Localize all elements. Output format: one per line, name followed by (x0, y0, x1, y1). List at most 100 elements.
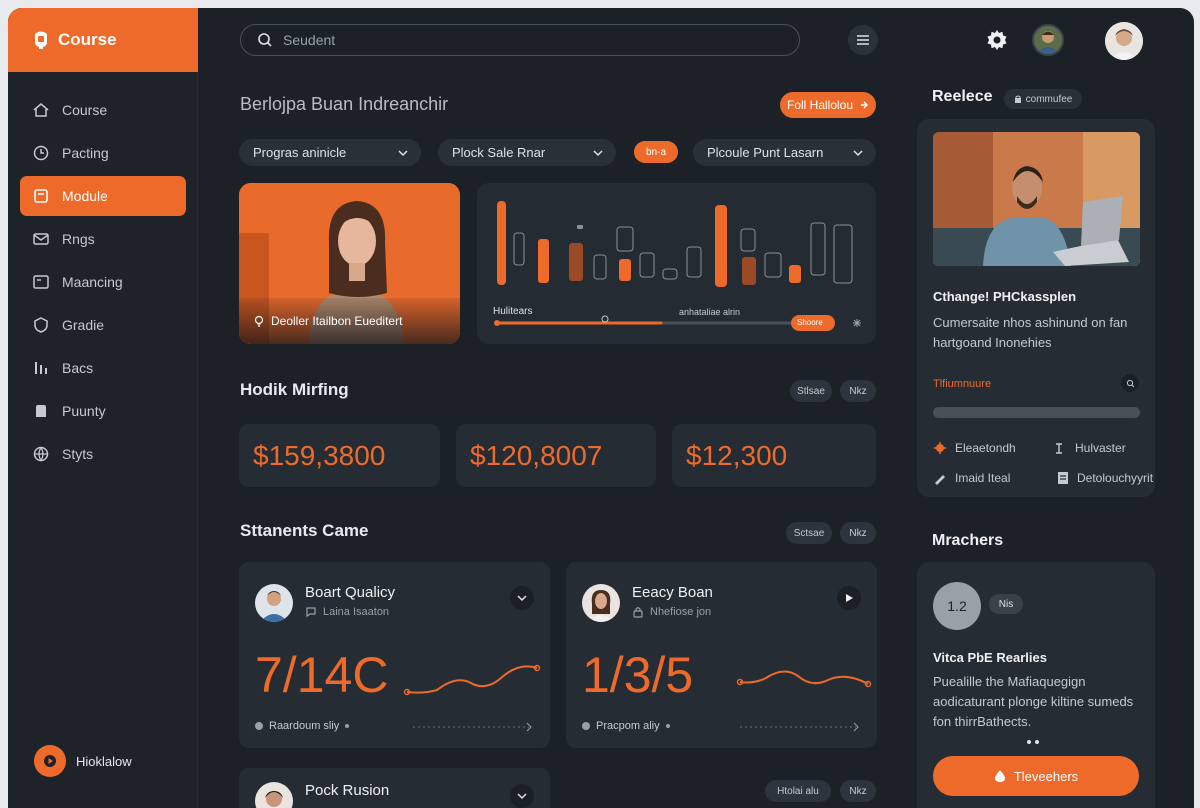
menu-button[interactable] (848, 25, 878, 55)
card-icon (33, 275, 49, 289)
release-photo (933, 132, 1140, 266)
teachers-button[interactable]: Tleveehers (933, 756, 1139, 796)
student-subtitle: Laina Isaaton (305, 606, 389, 618)
globe-icon (33, 446, 49, 462)
filter-chip[interactable]: bn-a (634, 141, 678, 163)
release-search-button[interactable] (1121, 374, 1139, 392)
filter-label: Progras aninicle (253, 145, 347, 160)
sidebar: Course Course Pacting Module Rngs Maanci… (8, 8, 198, 808)
students-section-title: Sttanents Came (240, 521, 369, 540)
sidebar-item-bacs[interactable]: Bacs (20, 348, 186, 388)
follow-button[interactable]: Foll Hallolou (780, 92, 876, 118)
student-avatar (255, 782, 293, 808)
sidebar-item-label: Pacting (62, 145, 109, 161)
chart-legend-label: Hulitears (493, 306, 533, 317)
student-card-peek[interactable]: Pock Rusion (239, 768, 550, 808)
student-name: Boart Qualicy (305, 584, 396, 601)
sidebar-item-pacting[interactable]: Pacting (20, 133, 186, 173)
sidebar-item-label: Module (62, 188, 108, 204)
release-heading: Cthange! PHCkassplen (933, 289, 1077, 304)
bars-icon (35, 362, 47, 374)
stats-filter-pill[interactable]: Nkz (840, 380, 876, 402)
activity-chart-card: Hulitears anhataliae alrin Shoore (477, 183, 876, 344)
brand[interactable]: Course (8, 8, 198, 72)
brand-logo-icon (35, 31, 47, 49)
mentor-card[interactable]: 1.2 Nis Vitca PbE Rearlies Puealille the… (917, 562, 1155, 808)
stat-card: $120,8007 (456, 424, 656, 487)
progress-dots (413, 722, 532, 732)
release-label: Tlfiumnuure (933, 378, 992, 390)
doc-icon (1058, 472, 1068, 484)
stat-value: $12,300 (686, 439, 788, 471)
sidebar-item-styts[interactable]: Styts (20, 434, 186, 474)
sidebar-footer[interactable]: Hioklalow (34, 745, 132, 777)
hamburger-icon (857, 35, 869, 45)
student-footer: Pracpom aliy (582, 720, 670, 732)
user-avatar[interactable] (1032, 24, 1064, 56)
pen-icon (935, 475, 945, 485)
search-bar[interactable] (240, 24, 800, 56)
page-title: Berlojpa Buan Indreanchir (240, 94, 449, 114)
mentor-score: 1.2 (933, 582, 981, 630)
student-card[interactable]: Boart Qualicy Laina Isaaton 7/14C Raardo… (239, 562, 550, 748)
search-input[interactable] (283, 32, 763, 48)
stats-sort-pill[interactable]: Stlsae (790, 380, 832, 402)
follow-label: Foll Hallolou (786, 98, 854, 112)
progress-dots (740, 722, 859, 732)
video-caption-text: Deoller Itailbon Eueditert (271, 314, 403, 328)
sidebar-item-gradie[interactable]: Gradie (20, 305, 186, 345)
filter-select-block[interactable]: Plock Sale Rnar (438, 139, 616, 166)
filter-select-course[interactable]: Plcoule Punt Lasarn (693, 139, 876, 166)
students-more-filter-pill[interactable]: Nkz (840, 780, 876, 802)
search-icon (258, 33, 272, 47)
carousel-dots[interactable] (1027, 740, 1039, 744)
profile-avatar[interactable] (1105, 22, 1143, 60)
student-subtitle: Nhefiose jon (632, 606, 711, 618)
mentors-title: Mrachers (932, 532, 1004, 549)
sidebar-item-label: Bacs (62, 360, 94, 376)
students-sort-pill[interactable]: Sctsae (786, 522, 832, 544)
play-logo-icon (34, 745, 66, 777)
release-card[interactable]: Cthange! PHCkassplen Cumersaite nhos ash… (917, 119, 1155, 497)
release-meta-item: Imaid Iteal (933, 471, 1010, 485)
mail-icon (33, 233, 49, 245)
student-avatar (582, 584, 620, 622)
release-chip[interactable]: commufee (1004, 89, 1082, 109)
students-filter-pill[interactable]: Nkz (840, 522, 876, 544)
student-card[interactable]: Eeacy Boan Nhefiose jon 1/3/5 Pracpom al… (566, 562, 877, 748)
student-footer: Raardoum sliy (255, 720, 350, 732)
featured-video-card[interactable]: Deoller Itailbon Eueditert (239, 183, 460, 344)
filter-label: Plcoule Punt Lasarn (707, 145, 824, 160)
sidebar-item-label: Gradie (62, 317, 105, 333)
mentor-chip[interactable]: Nis (989, 594, 1023, 614)
sidebar-item-maancing[interactable]: Maancing (20, 262, 186, 302)
hammer-icon (1056, 443, 1062, 454)
sidebar-item-module[interactable]: Module (20, 176, 186, 216)
filter-select-program[interactable]: Progras aninicle (239, 139, 421, 166)
chevron-down-icon (593, 149, 603, 156)
play-button[interactable] (837, 586, 861, 610)
expand-button[interactable] (510, 784, 534, 808)
chevron-down-icon (517, 595, 527, 602)
shield-icon (34, 317, 48, 333)
home-icon (33, 103, 49, 117)
chart-slider-button[interactable]: Shoore (797, 318, 823, 327)
chevron-down-icon (853, 149, 863, 156)
expand-button[interactable] (510, 586, 534, 610)
student-name: Pock Rusion (305, 782, 390, 799)
tag-icon (36, 405, 46, 417)
lock-icon (633, 607, 643, 618)
sidebar-item-rngs[interactable]: Rngs (20, 219, 186, 259)
sidebar-item-label: Styts (62, 446, 94, 462)
footer-label: Hioklalow (76, 753, 132, 769)
students-more-pill[interactable]: Htolai alu (765, 780, 831, 802)
sidebar-item-puunty[interactable]: Puunty (20, 391, 186, 431)
release-meta-item: Hulvaster (1053, 441, 1126, 455)
folder-icon (34, 189, 48, 203)
stats-section-title: Hodik Mirfing (240, 380, 349, 399)
mentor-description: Puealille the Mafiaquegign aodicaturant … (933, 674, 1134, 729)
sidebar-item-course[interactable]: Course (20, 90, 186, 130)
gear-icon[interactable] (985, 28, 1009, 52)
release-meta-item: Detolouchyyrit (1057, 471, 1153, 485)
stat-value: $120,8007 (470, 439, 603, 471)
